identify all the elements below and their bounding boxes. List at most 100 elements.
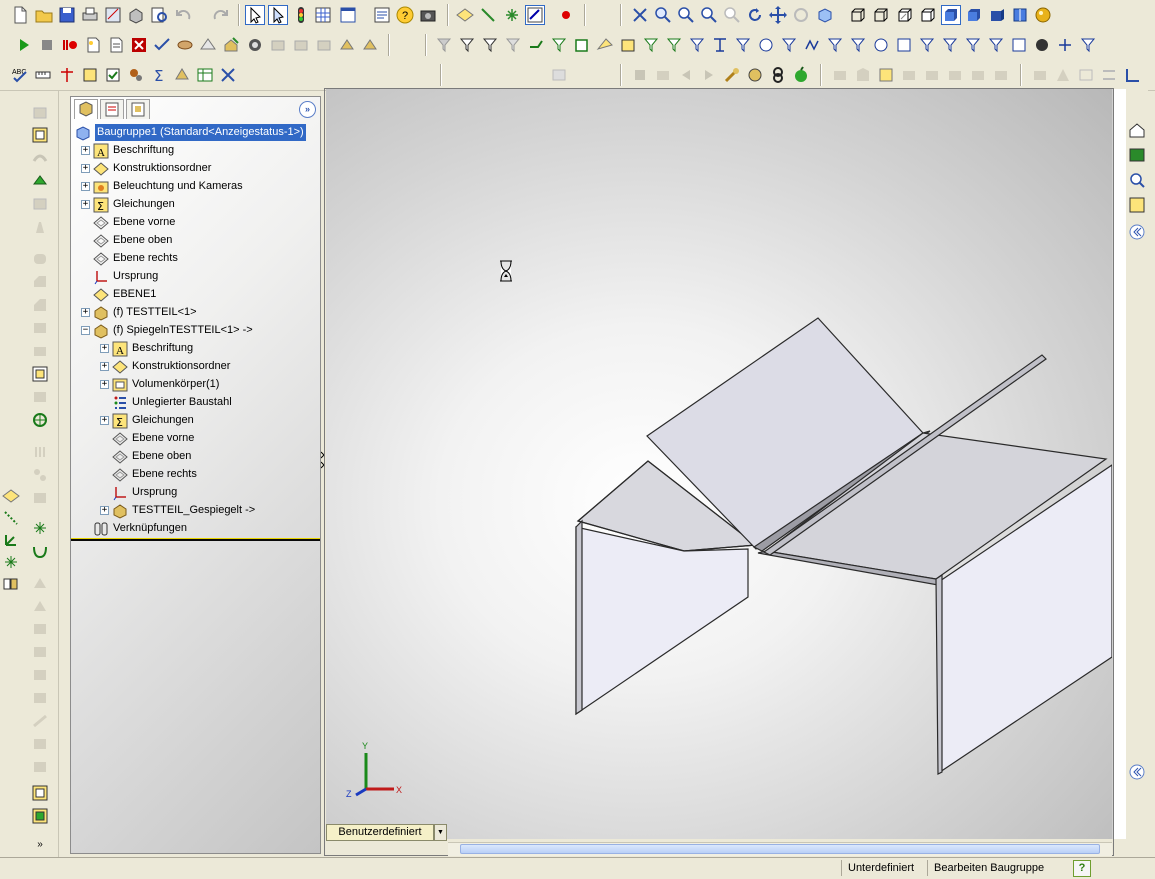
filter-datum-icon[interactable] <box>848 35 868 55</box>
animation-rewind-icon[interactable] <box>676 65 696 85</box>
expand-toggle[interactable]: + <box>100 344 109 353</box>
expand-toggle[interactable]: + <box>81 146 90 155</box>
line-icon[interactable] <box>478 5 498 25</box>
filter-datum-target-icon[interactable] <box>871 35 891 55</box>
sketch-icon[interactable] <box>525 5 545 25</box>
filter-dimensions-icon[interactable] <box>733 35 753 55</box>
filter-routing-points-icon[interactable] <box>986 35 1006 55</box>
graphics-horizontal-scrollbar[interactable] <box>448 842 1112 856</box>
print-icon[interactable] <box>80 5 100 25</box>
assembly-feature-1-icon[interactable] <box>268 35 288 55</box>
selection-filter-icon[interactable] <box>434 35 454 55</box>
design-library-icon[interactable] <box>1128 146 1146 164</box>
options-grid-icon[interactable] <box>313 5 333 25</box>
weldment-3-icon[interactable] <box>1076 65 1096 85</box>
sweep-icon[interactable] <box>31 172 49 190</box>
filter-weld-icon[interactable] <box>825 35 845 55</box>
save-icon[interactable] <box>57 5 77 25</box>
origin-toggle-icon[interactable] <box>1122 65 1142 85</box>
loft-icon[interactable] <box>31 195 49 213</box>
filter-surfaces-icon[interactable] <box>549 35 569 55</box>
surface-9-icon[interactable] <box>31 758 49 776</box>
filter-gtol-icon[interactable] <box>779 35 799 55</box>
select-other-icon[interactable] <box>268 5 288 25</box>
line-tool-icon[interactable] <box>2 509 20 527</box>
filter-notes-icon[interactable] <box>756 35 776 55</box>
rebuild-icon[interactable] <box>291 5 311 25</box>
smart-mates-icon[interactable] <box>31 411 49 429</box>
roll-view-icon[interactable] <box>791 5 811 25</box>
filter-axes-icon[interactable] <box>595 35 615 55</box>
measure-icon[interactable] <box>33 65 53 85</box>
collapse-toggle[interactable]: − <box>81 326 90 335</box>
edit-macro-icon[interactable] <box>106 35 126 55</box>
sheetmetal-5-icon[interactable] <box>922 65 942 85</box>
open-folder-icon[interactable] <box>34 5 54 25</box>
sheetmetal-1-icon[interactable] <box>830 65 850 85</box>
weldment-1-icon[interactable] <box>1030 65 1050 85</box>
smart-fasteners-icon[interactable] <box>245 35 265 55</box>
view-tab-dropdown-icon[interactable]: ▼ <box>434 824 447 841</box>
filter-mesh-icon[interactable] <box>1009 35 1029 55</box>
filter-midpoints-icon[interactable] <box>687 35 707 55</box>
undo-icon[interactable] <box>174 5 194 25</box>
interference-detection-icon[interactable] <box>172 65 192 85</box>
mirror-component-icon[interactable] <box>175 35 195 55</box>
mass-properties-icon[interactable] <box>57 65 77 85</box>
insert-component-icon[interactable] <box>221 35 241 55</box>
design-table-icon[interactable] <box>195 65 215 85</box>
window-layout-icon[interactable] <box>338 5 358 25</box>
panel-splitter[interactable] <box>321 96 325 854</box>
zoom-window-icon[interactable] <box>676 5 696 25</box>
assembly-feature-3-icon[interactable] <box>314 35 334 55</box>
surface-4-icon[interactable] <box>31 643 49 661</box>
edit-component-icon[interactable] <box>31 365 49 383</box>
expand-toggle[interactable]: + <box>100 416 109 425</box>
sheetmetal-4-icon[interactable] <box>899 65 919 85</box>
filter-vertices-icon[interactable] <box>480 35 500 55</box>
expand-toggle[interactable]: + <box>81 308 90 317</box>
file-explorer-icon[interactable] <box>1128 171 1146 189</box>
expand-toggle[interactable]: + <box>81 200 90 209</box>
axis-tool-icon[interactable] <box>2 531 20 549</box>
scrollbar-thumb[interactable] <box>460 844 1100 854</box>
filter-solids-icon[interactable] <box>572 35 592 55</box>
appearances-task-icon[interactable] <box>1128 196 1146 214</box>
plane-sketch-icon[interactable] <box>2 487 20 505</box>
sheetmetal-6-icon[interactable] <box>945 65 965 85</box>
properties-icon[interactable] <box>372 5 392 25</box>
tab-property-manager[interactable] <box>100 99 124 119</box>
tab-feature-tree[interactable] <box>74 99 98 119</box>
print-preview-icon[interactable] <box>149 5 169 25</box>
filter-connection-points-icon[interactable] <box>963 35 983 55</box>
animation-play-icon[interactable] <box>699 65 719 85</box>
shell-icon[interactable] <box>31 319 49 337</box>
curves-icon[interactable] <box>31 542 49 560</box>
graphics-area[interactable]: Y X Z <box>326 89 1112 839</box>
equations-tool-icon[interactable]: Σ <box>149 65 169 85</box>
assembly-feature-5-icon[interactable] <box>360 35 380 55</box>
chamfer-icon[interactable] <box>31 273 49 291</box>
zoom-in-out-icon[interactable] <box>699 5 719 25</box>
sheetmetal-7-icon[interactable] <box>968 65 988 85</box>
perspective-icon[interactable] <box>987 5 1007 25</box>
mirror-feature-icon[interactable] <box>31 489 49 507</box>
hidden-lines-visible-icon[interactable] <box>871 5 891 25</box>
filter-sketch-points-icon[interactable] <box>641 35 661 55</box>
filter-blocks-icon[interactable] <box>917 35 937 55</box>
linear-pattern-icon[interactable] <box>31 466 49 484</box>
explode-icon[interactable] <box>722 65 742 85</box>
pattern-icon[interactable] <box>31 388 49 406</box>
filter-edges-icon[interactable] <box>503 35 523 55</box>
appearance-icon[interactable] <box>1033 5 1053 25</box>
animation-record-icon[interactable] <box>653 65 673 85</box>
camera-icon[interactable] <box>418 5 438 25</box>
rib-icon[interactable] <box>31 296 49 314</box>
close-macro-icon[interactable] <box>129 35 149 55</box>
filter-planes-icon[interactable] <box>618 35 638 55</box>
toggle-filter-icon[interactable] <box>457 35 477 55</box>
check-sketch-icon[interactable] <box>152 35 172 55</box>
record-macro-icon[interactable] <box>60 35 80 55</box>
hole-series-icon[interactable] <box>31 443 49 461</box>
rotate-view-icon[interactable] <box>745 5 765 25</box>
